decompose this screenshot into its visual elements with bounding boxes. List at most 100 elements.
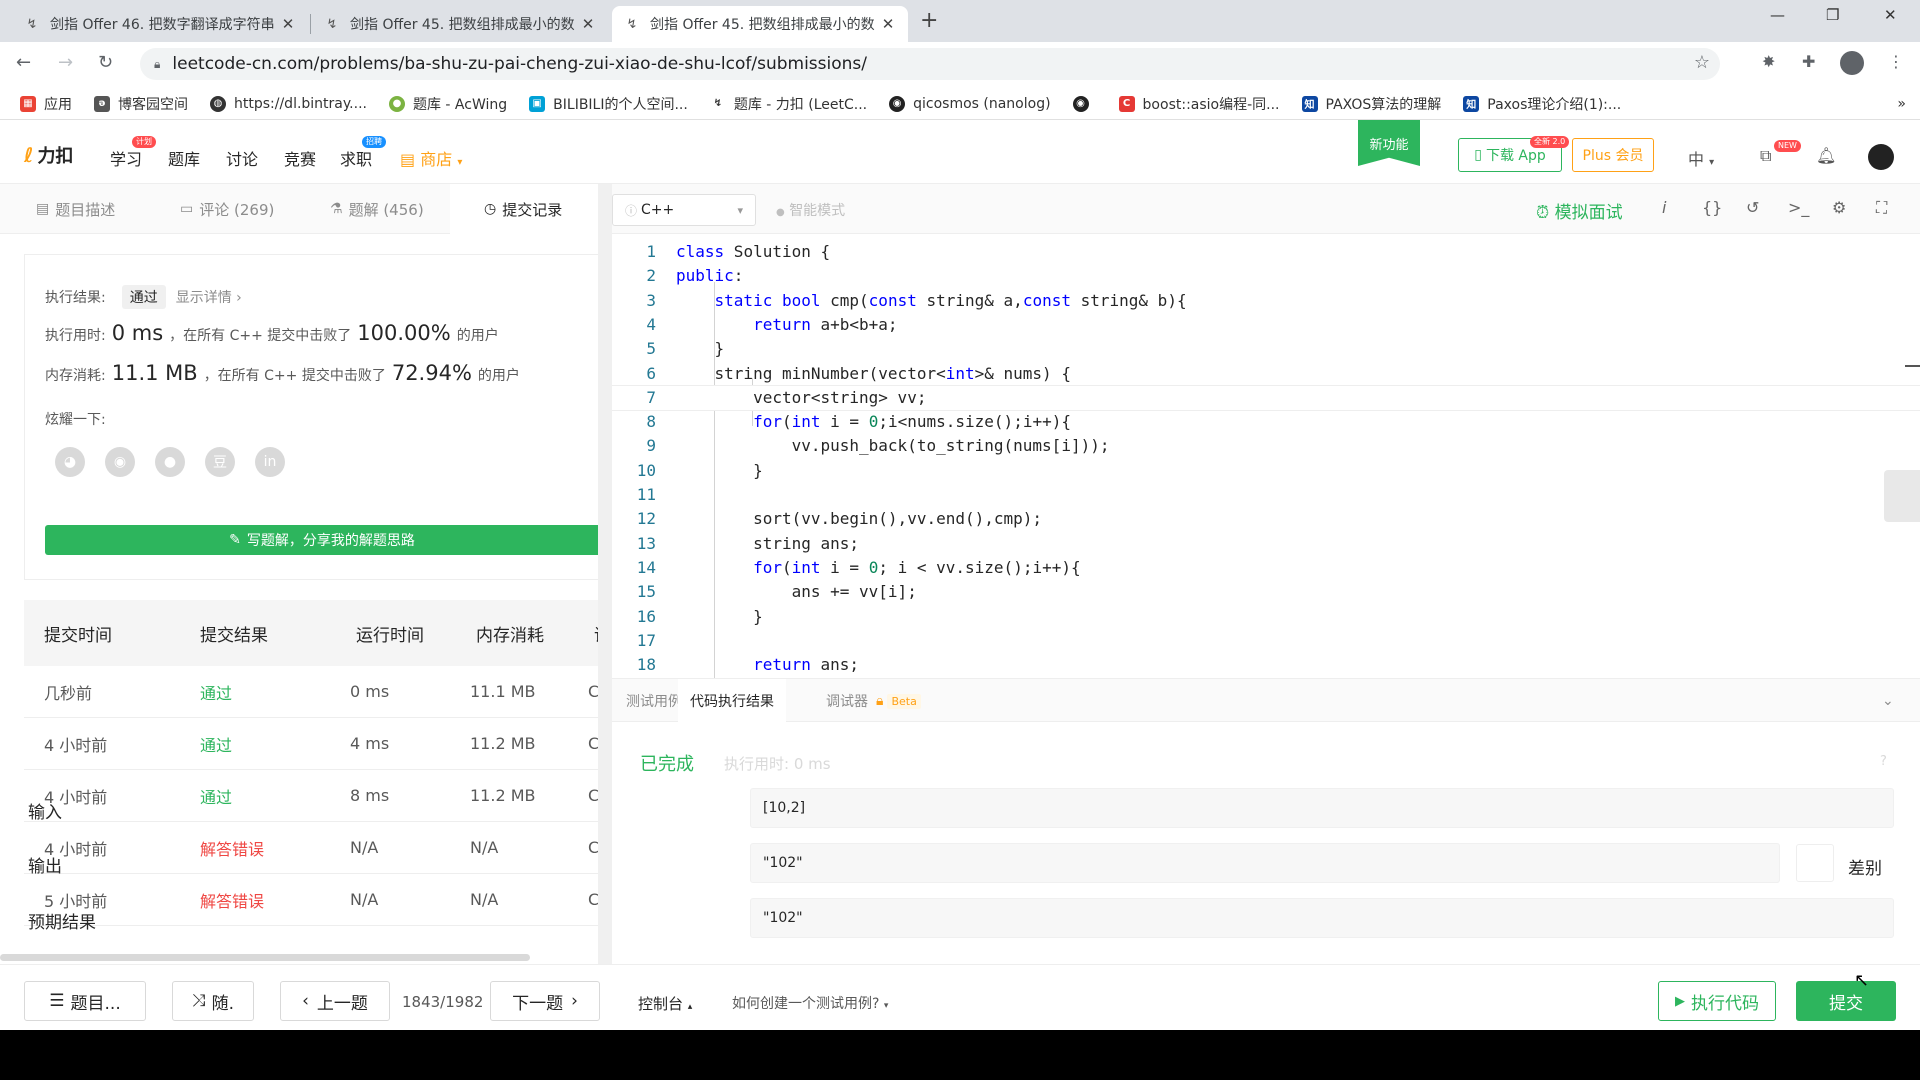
- extension-icon[interactable]: ✸: [1762, 52, 1775, 71]
- braces-icon[interactable]: {}: [1702, 198, 1722, 217]
- table-row[interactable]: 5 小时前 解答错误 N/A N/A C: [24, 874, 598, 926]
- panel-splitter[interactable]: [598, 184, 612, 964]
- user-avatar[interactable]: [1868, 144, 1894, 170]
- bookmark-apps[interactable]: ▦ 应用: [20, 94, 72, 114]
- next-problem-button[interactable]: 下一题 ›: [490, 981, 600, 1021]
- bookmark-github-qicosmos[interactable]: ◉ qicosmos (nanolog): [889, 95, 1051, 112]
- video-icon[interactable]: ⧉: [1760, 146, 1771, 166]
- reset-icon[interactable]: ↺: [1746, 198, 1759, 217]
- new-tab-icon[interactable]: +: [920, 8, 938, 33]
- bookmark-cnblogs[interactable]: ǝ 博客园空间: [94, 94, 188, 114]
- row-result[interactable]: 解答错误: [200, 874, 264, 925]
- browser-tab-1[interactable]: ↯ 剑指 Offer 46. 把数字翻译成字符串 ✕: [12, 6, 308, 42]
- bookmark-bilibili[interactable]: ▣ BILIBILI的个人空间...: [529, 94, 688, 114]
- table-row[interactable]: 4 小时前 通过 4 ms 11.2 MB C: [24, 718, 598, 770]
- smart-mode-toggle[interactable]: ● 智能模式: [776, 200, 845, 220]
- minimize-icon[interactable]: —: [1770, 6, 1785, 24]
- row-result[interactable]: 通过: [200, 666, 232, 717]
- fullscreen-icon[interactable]: ⛶: [1876, 198, 1887, 218]
- tab-debugger[interactable]: 调试器 🔒︎ Beta: [826, 679, 921, 723]
- howto-testcase-link[interactable]: 如何创建一个测试用例? ▾: [732, 993, 888, 1013]
- language-select[interactable]: ⓘ C++ ▾: [612, 194, 756, 226]
- douban-icon[interactable]: 豆: [205, 447, 235, 477]
- code-line[interactable]: 4 return a+b<b+a;: [612, 313, 1920, 337]
- code-line[interactable]: 14 for(int i = 0; i < vv.size();i++){: [612, 556, 1920, 580]
- close-tab-icon[interactable]: ✕: [580, 15, 596, 33]
- wechat-icon[interactable]: ◕: [55, 447, 85, 477]
- info-italic-icon[interactable]: i: [1662, 198, 1666, 217]
- address-bar[interactable]: 🔒︎ leetcode-cn.com/problems/ba-shu-zu-pa…: [140, 48, 1720, 80]
- code-editor[interactable]: 1 class Solution {2 public: 3 static bool c…: [612, 234, 1920, 678]
- code-line[interactable]: 17: [612, 629, 1920, 653]
- qq-icon[interactable]: ●: [155, 447, 185, 477]
- restore-icon[interactable]: ❐: [1826, 6, 1839, 24]
- close-window-icon[interactable]: ✕: [1884, 6, 1897, 24]
- profile-avatar-icon[interactable]: [1840, 51, 1864, 75]
- site-logo[interactable]: ℓ 力扣: [24, 142, 73, 168]
- plus-member-button[interactable]: Plus 会员: [1572, 138, 1654, 172]
- close-tab-icon[interactable]: ✕: [280, 15, 296, 33]
- settings-gear-icon[interactable]: ⚙: [1832, 198, 1846, 217]
- row-result[interactable]: 解答错误: [200, 822, 264, 873]
- run-code-button[interactable]: ▶ 执行代码: [1658, 981, 1776, 1021]
- table-row[interactable]: 4 小时前 解答错误 N/A N/A C: [24, 822, 598, 874]
- nav-jobs[interactable]: 求职: [340, 146, 372, 170]
- row-result[interactable]: 通过: [200, 770, 232, 821]
- code-line[interactable]: 18 return ans;: [612, 653, 1920, 677]
- weibo-icon[interactable]: ◉: [105, 447, 135, 477]
- forward-icon[interactable]: →: [58, 52, 73, 73]
- back-icon[interactable]: ←: [16, 52, 31, 73]
- code-line[interactable]: 5 }: [612, 337, 1920, 361]
- terminal-icon[interactable]: >_: [1788, 198, 1809, 217]
- code-line[interactable]: 9 vv.push_back(to_string(nums[i]));: [612, 434, 1920, 458]
- linkedin-icon[interactable]: in: [255, 447, 285, 477]
- bookmark-paxos[interactable]: 知 PAXOS算法的理解: [1301, 94, 1441, 114]
- bookmark-boost-asio[interactable]: Cboost::asio编程-同...: [1118, 94, 1280, 114]
- help-icon[interactable]: ?: [1880, 754, 1887, 769]
- mock-interview-button[interactable]: ⏰︎ 模拟面试: [1536, 198, 1623, 223]
- tab-testcase[interactable]: 测试用例: [626, 679, 682, 723]
- bookmark-acwing[interactable]: ● 题库 - AcWing: [388, 94, 507, 114]
- problem-list-button[interactable]: ☰ 题目...: [24, 981, 146, 1021]
- code-line[interactable]: 13 string ans;: [612, 532, 1920, 556]
- code-line[interactable]: 11: [612, 483, 1920, 507]
- row-result[interactable]: 通过: [200, 718, 232, 769]
- table-row[interactable]: 4 小时前 通过 8 ms 11.2 MB C: [24, 770, 598, 822]
- browser-tab-2[interactable]: ↯ 剑指 Offer 45. 把数组排成最小的数 ✕: [312, 6, 608, 42]
- nav-contest[interactable]: 竞赛: [284, 146, 316, 170]
- code-line[interactable]: 16 }: [612, 605, 1920, 629]
- tab-run-result[interactable]: 代码执行结果: [678, 679, 786, 723]
- code-line[interactable]: 12 sort(vv.begin(),vv.end(),cmp);: [612, 507, 1920, 531]
- bell-icon[interactable]: 🔔︎: [1816, 146, 1836, 165]
- bookmarks-overflow-icon[interactable]: »: [1897, 96, 1906, 112]
- code-line[interactable]: 6 string minNumber(vector<int>& nums) {: [612, 362, 1920, 386]
- nav-learn[interactable]: 学习: [110, 146, 142, 170]
- horizontal-scrollbar[interactable]: [0, 954, 530, 961]
- bookmark-paxos-intro[interactable]: 知 Paxos理论介绍(1):...: [1463, 94, 1621, 114]
- submit-button[interactable]: 提交: [1796, 981, 1896, 1021]
- side-note-tab[interactable]: [1884, 470, 1920, 522]
- tab-description[interactable]: ▤ 题目描述: [36, 184, 115, 234]
- table-row[interactable]: 几秒前 通过 0 ms 11.1 MB C: [24, 666, 598, 718]
- nav-problems[interactable]: 题库: [168, 146, 200, 170]
- bookmark-bintray[interactable]: ◍ https://dl.bintray....: [210, 95, 367, 112]
- bookmark-github[interactable]: ◉: [1072, 95, 1097, 112]
- collapse-console-icon[interactable]: ⌄: [1882, 679, 1894, 723]
- tab-solutions[interactable]: ⚗ 题解 (456): [330, 184, 424, 234]
- reload-icon[interactable]: ↻: [98, 52, 113, 73]
- browser-tab-3-active[interactable]: ↯ 剑指 Offer 45. 把数组排成最小的数 ✕: [612, 6, 908, 42]
- code-line[interactable]: 8 for(int i = 0;i<nums.size();i++){: [612, 410, 1920, 434]
- code-line[interactable]: 2 public:: [612, 264, 1920, 288]
- bookmark-leetcode[interactable]: ↯ 题库 - 力扣 (LeetC...: [709, 94, 867, 114]
- tab-comments[interactable]: ▭ 评论 (269): [180, 184, 274, 234]
- browser-menu-icon[interactable]: ⋮: [1888, 52, 1904, 71]
- new-feature-ribbon[interactable]: 新功能: [1358, 120, 1420, 166]
- bookmark-star-icon[interactable]: ☆: [1694, 52, 1710, 73]
- language-switch[interactable]: 中 ▾: [1688, 146, 1714, 170]
- code-line[interactable]: 7 vector<string> vv;: [612, 384, 1920, 411]
- tab-submissions[interactable]: ◷ 提交记录: [450, 184, 598, 234]
- close-tab-icon[interactable]: ✕: [880, 15, 896, 33]
- diff-toggle[interactable]: [1796, 844, 1834, 882]
- code-line[interactable]: 3 static bool cmp(const string& a,const …: [612, 289, 1920, 313]
- code-line[interactable]: 15 ans += vv[i];: [612, 580, 1920, 604]
